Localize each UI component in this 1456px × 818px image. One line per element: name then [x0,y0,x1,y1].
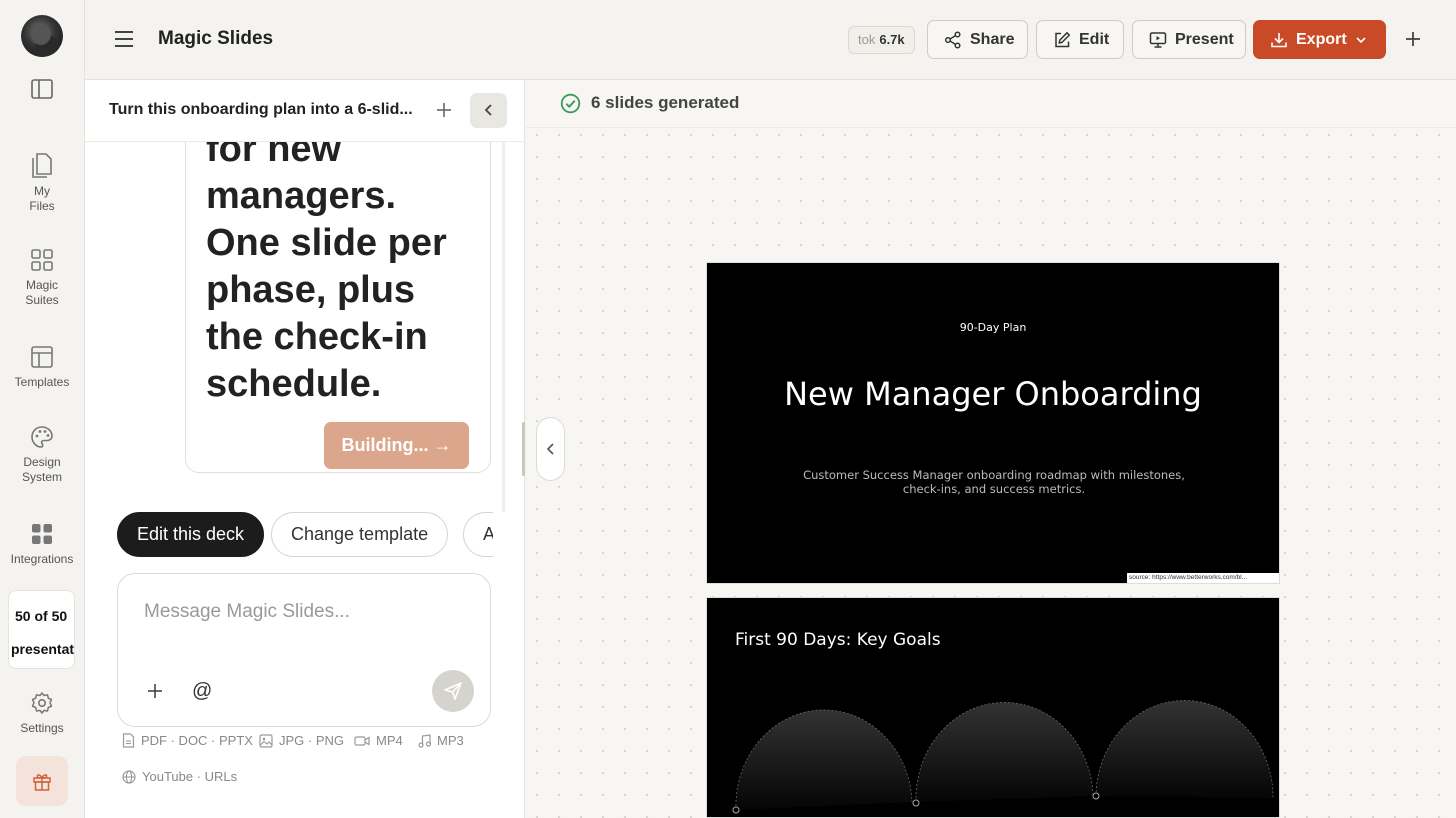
chat-panel: Turn this onboarding plan into a 6-slid.… [85,80,525,818]
slide-source: source: https://www.betterworks.com/bl..… [1127,573,1279,583]
slide-thumbnail-2[interactable]: First 90 Days: Key Goals [706,597,1280,818]
panel-resize-handle[interactable] [522,422,525,476]
chevron-left-icon [546,443,554,455]
present-button[interactable]: Present [1132,20,1246,59]
app-title: Magic Slides [158,28,274,49]
sidebar-item-label: Magic [25,278,58,292]
quota-label: presentations [11,641,75,657]
sidebar-item-integrations[interactable]: Integrations [0,522,84,567]
token-badge: tok 6.7k [848,26,915,54]
file-type-links: YouTube · URLs [122,769,237,784]
check-circle-icon [560,93,581,114]
mention-icon[interactable]: @ [192,680,212,703]
gear-icon [31,692,53,714]
gift-icon [33,774,51,791]
chip-more[interactable]: A [463,512,493,557]
video-icon [354,735,370,746]
menu-icon[interactable] [113,29,135,49]
add-icon[interactable] [1403,29,1423,49]
slide-kicker: 90-Day Plan [959,321,1027,334]
sidebar-item-templates[interactable]: Templates [0,345,84,390]
slide-arc-graphics [732,700,1274,814]
file-type-docs: PDF · DOC · PPTX [122,733,253,748]
export-label: Export [1296,30,1347,48]
grid-icon [31,249,53,271]
sidebar-item-label: Suites [25,293,59,307]
file-type-images: JPG · PNG [259,733,344,748]
edit-icon [1055,31,1071,47]
sidebar-item-my-files[interactable]: My Files [0,150,84,214]
sidebar-item-design-system[interactable]: Design System [0,425,84,485]
chevron-left-icon [484,104,492,116]
chat-scrollbar[interactable] [502,142,505,512]
image-icon [259,733,273,748]
share-button[interactable]: Share [927,20,1028,59]
chat-title: Turn this onboarding plan into a 6-slid.… [109,101,413,118]
chevron-down-icon [1356,36,1366,43]
building-button[interactable]: Building... → [324,422,469,469]
share-icon [944,30,961,49]
file-type-video: MP4 [354,733,403,748]
share-label: Share [970,30,1015,48]
expand-chat-button[interactable] [536,417,565,481]
template-icon [31,346,53,368]
sidebar-item-label: Integrations [10,552,74,566]
token-label: tok [858,32,876,47]
avatar[interactable] [21,15,63,57]
file-icon [32,153,52,178]
present-label: Present [1175,30,1234,48]
music-icon [418,733,431,748]
token-value: 6.7k [879,32,905,47]
slide-title: New Manager Onboarding [784,375,1202,413]
chip-change-template[interactable]: Change template [271,512,449,557]
present-icon [1149,31,1167,48]
gift-button[interactable] [16,756,68,806]
attach-icon[interactable] [147,683,163,699]
left-rail: My Files Magic Suites Templates Design S… [0,0,85,818]
edit-button[interactable]: Edit [1036,20,1124,59]
sidebar-item-settings[interactable]: Settings [0,691,84,736]
chip-edit-deck[interactable]: Edit this deck [117,512,265,557]
document-icon [122,733,135,748]
quota-count: 50 of 50 [15,608,68,624]
slides-canvas: 6 slides generated 90-Day Plan New Manag… [522,80,1456,818]
file-type-label: MP3 [437,733,464,748]
sidebar-item-magic-suites[interactable]: Magic Suites [0,248,84,308]
export-button[interactable]: Export [1253,20,1386,59]
new-chat-icon[interactable] [434,100,454,120]
chat-messages: for new managers. One slide per phase, p… [85,142,505,502]
sidebar-item-label: Design [23,455,61,469]
palette-icon [31,426,53,448]
file-type-label: MP4 [376,733,403,748]
file-type-label: JPG · PNG [279,733,345,748]
sidebar-item-label: My [34,184,50,198]
integrations-icon [32,524,52,544]
sidebar-item-label: Templates [14,375,70,389]
user-message-text: for new managers. One slide per phase, p… [206,142,447,405]
top-bar: Magic Slides tok 6.7k Share Edit Present … [85,0,1456,80]
file-type-audio: MP3 [418,733,464,748]
file-type-label: YouTube · URLs [142,769,238,784]
download-icon [1271,32,1287,47]
file-type-label: PDF · DOC · PPTX [141,733,253,748]
send-button[interactable] [432,670,474,712]
slide-thumbnail-1[interactable]: 90-Day Plan New Manager Onboarding Custo… [706,262,1280,584]
generation-status: 6 slides generated [526,80,1456,128]
edit-label: Edit [1079,30,1110,48]
message-input[interactable]: Message Magic Slides... [144,601,350,623]
sidebar-item-label: System [21,470,62,484]
chat-header: Turn this onboarding plan into a 6-slid.… [85,80,525,142]
suggestion-chips: Edit this deck Change template A [117,512,493,558]
slide-subtitle: Customer Success Manager onboarding road… [803,468,1185,496]
sidebar-item-label: Settings [20,721,64,735]
sidebar-toggle-icon[interactable] [31,79,53,99]
globe-icon [122,769,136,784]
sidebar-item-label: Files [29,199,55,213]
collapse-chat-button[interactable] [470,93,507,128]
status-text: 6 slides generated [591,93,740,112]
send-icon [444,682,462,700]
message-composer[interactable]: Message Magic Slides... @ [117,573,491,727]
presentation-quota[interactable]: 50 of 50 presentations [8,590,75,669]
